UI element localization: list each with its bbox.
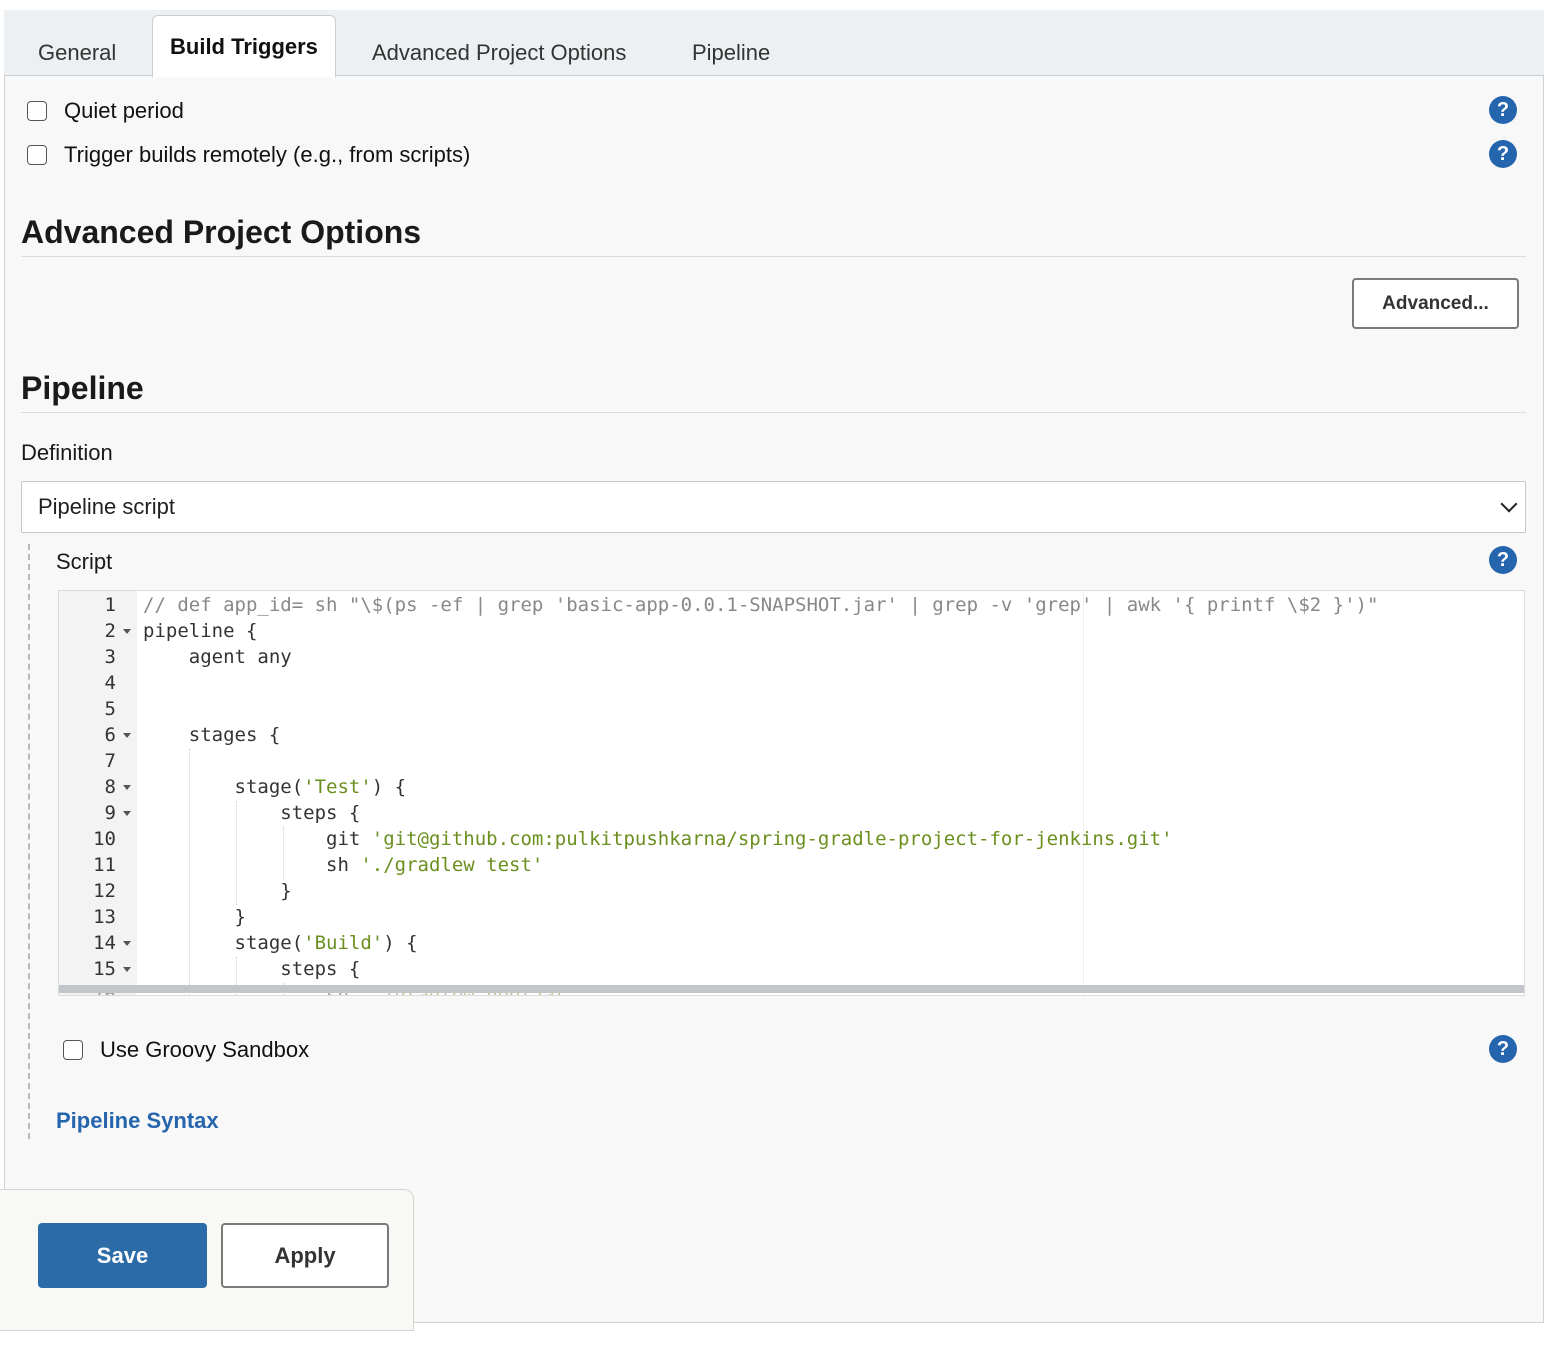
fold-toggle-icon[interactable]	[123, 733, 131, 738]
line-number: 6	[104, 724, 116, 746]
fold-toggle-icon[interactable]	[123, 967, 131, 972]
line-number-row: 10	[59, 826, 1524, 852]
line-number: 13	[93, 906, 116, 928]
tab-general[interactable]: General	[38, 40, 116, 66]
trigger-remote-row: Trigger builds remotely (e.g., from scri…	[27, 142, 470, 168]
chevron-down-icon	[1500, 495, 1518, 513]
line-number: 5	[104, 698, 116, 720]
trigger-remote-checkbox[interactable]	[27, 145, 47, 165]
line-number-row: 8	[59, 774, 1524, 800]
line-number: 12	[93, 880, 116, 902]
line-number: 14	[93, 932, 116, 954]
trigger-remote-label: Trigger builds remotely (e.g., from scri…	[64, 142, 471, 167]
fold-toggle-icon[interactable]	[123, 941, 131, 946]
groovy-sandbox-label: Use Groovy Sandbox	[100, 1037, 310, 1062]
groovy-sandbox-help-icon[interactable]: ?	[1489, 1035, 1517, 1063]
trigger-remote-help-icon[interactable]: ?	[1489, 140, 1517, 168]
indent-guide	[189, 749, 190, 995]
script-editor[interactable]: // def app_id= sh "\$(ps -ef | grep 'bas…	[58, 590, 1525, 996]
fold-toggle-icon[interactable]	[123, 629, 131, 634]
advanced-options-title: Advanced Project Options	[21, 214, 422, 250]
tab-advanced-project-options[interactable]: Advanced Project Options	[372, 40, 626, 66]
line-number-row: 2	[59, 618, 1524, 644]
save-button[interactable]: Save	[38, 1223, 207, 1288]
line-number-row: 3	[59, 644, 1524, 670]
line-number-row: 15	[59, 956, 1524, 982]
line-number-row: 7	[59, 748, 1524, 774]
line-number-row: 1	[59, 592, 1524, 618]
indent-guide	[236, 801, 237, 905]
line-number-row: 9	[59, 800, 1524, 826]
groovy-sandbox-checkbox[interactable]	[63, 1040, 83, 1060]
pipeline-syntax-link[interactable]: Pipeline Syntax	[56, 1108, 219, 1134]
apply-button[interactable]: Apply	[221, 1223, 389, 1288]
line-number: 10	[93, 828, 116, 850]
line-number-row: 12	[59, 878, 1524, 904]
line-number: 11	[93, 854, 116, 876]
quiet-period-row: Quiet period	[27, 98, 184, 124]
line-number: 7	[104, 750, 116, 772]
advanced-button[interactable]: Advanced...	[1352, 278, 1519, 329]
section-divider	[21, 256, 1526, 257]
line-number: 9	[104, 802, 116, 824]
line-number: 1	[104, 594, 116, 616]
pipeline-title: Pipeline	[21, 370, 144, 406]
fold-toggle-icon[interactable]	[123, 785, 131, 790]
quiet-period-checkbox[interactable]	[27, 101, 47, 121]
quiet-period-help-icon[interactable]: ?	[1489, 96, 1517, 124]
tab-build-triggers[interactable]: Build Triggers	[152, 15, 336, 77]
tab-pipeline[interactable]: Pipeline	[692, 40, 770, 66]
line-number-row: 11	[59, 852, 1524, 878]
line-number-row: 6	[59, 722, 1524, 748]
line-number: 8	[104, 776, 116, 798]
script-help-icon[interactable]: ?	[1489, 546, 1517, 574]
groovy-sandbox-row: Use Groovy Sandbox	[63, 1037, 309, 1063]
line-number-row: 13	[59, 904, 1524, 930]
definition-label: Definition	[21, 440, 113, 465]
definition-select[interactable]: Pipeline script	[21, 481, 1526, 533]
section-divider	[21, 412, 1526, 413]
line-number: 15	[93, 958, 116, 980]
line-number: 2	[104, 620, 116, 642]
fold-toggle-icon[interactable]	[123, 811, 131, 816]
indent-guide	[283, 827, 284, 879]
tab-bar: General Build Triggers Advanced Project …	[4, 10, 1544, 77]
line-number: 3	[104, 646, 116, 668]
horizontal-scrollbar[interactable]	[59, 985, 1524, 993]
nested-section-indicator	[28, 544, 30, 1139]
quiet-period-label: Quiet period	[64, 98, 184, 123]
script-label: Script	[56, 549, 113, 574]
line-number-row: 5	[59, 696, 1524, 722]
line-number-row: 14	[59, 930, 1524, 956]
line-number-row: 4	[59, 670, 1524, 696]
definition-selected-value: Pipeline script	[38, 494, 175, 519]
line-number: 4	[104, 672, 116, 694]
